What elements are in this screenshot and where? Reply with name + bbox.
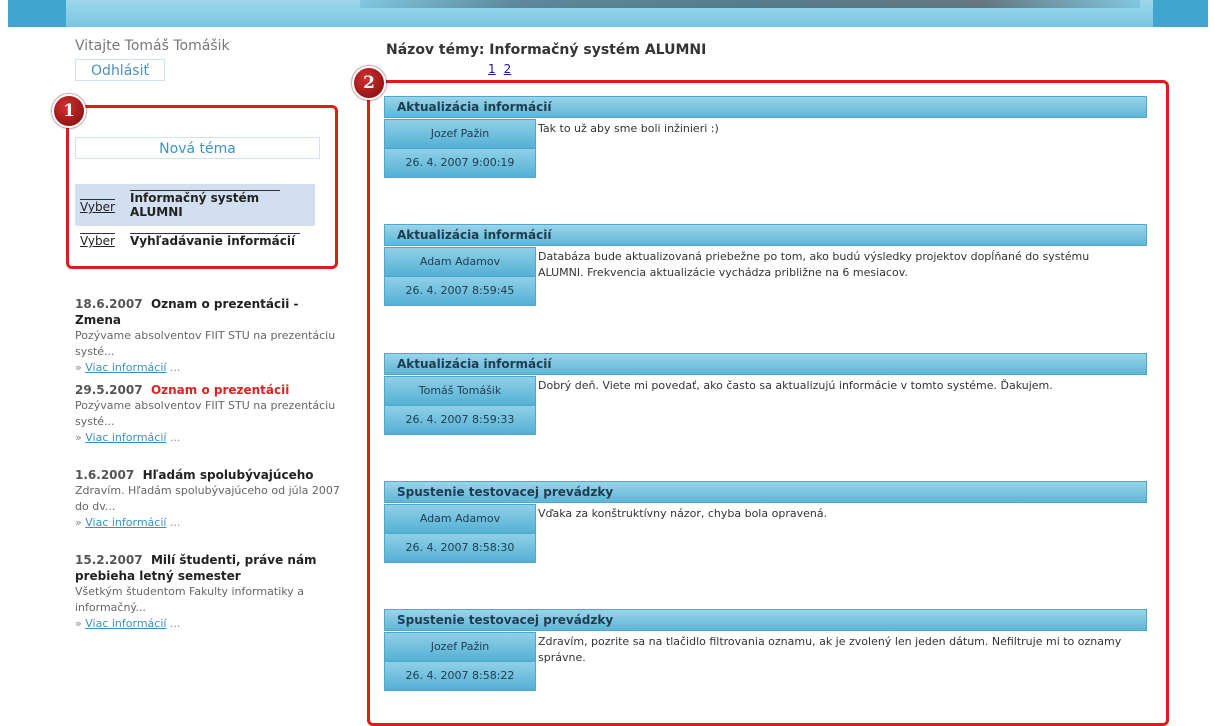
post-subject: Spustenie testovacej prevádzky	[384, 609, 1147, 631]
select-topic-link[interactable]: Vyber	[80, 199, 115, 214]
post-timestamp: 26. 4. 2007 8:58:30	[384, 533, 536, 563]
post-author: Jozef Pažin	[384, 632, 536, 662]
post-body: Jozef Pažin 26. 4. 2007 9:00:19 Tak to u…	[384, 118, 1147, 178]
news-more: » Viac informácií ...	[75, 361, 181, 374]
post: Aktualizácia informácií Adam Adamov 26. …	[384, 224, 1147, 306]
post-subject: Aktualizácia informácií	[384, 96, 1147, 118]
news-excerpt: Zdravím. Hľadám spolubývajúceho od júla …	[75, 484, 340, 513]
post-subject: Spustenie testovacej prevádzky	[384, 481, 1147, 503]
news-heading: 1.6.2007 Hľadám spolubývajúceho	[75, 467, 340, 483]
news-excerpt: Pozývame absolventov FIIT STU na prezent…	[75, 329, 336, 358]
post: Aktualizácia informácií Tomáš Tomášik 26…	[384, 353, 1147, 435]
post-body: Jozef Pažin 26. 4. 2007 8:58:22 Zdravím,…	[384, 631, 1147, 691]
news-title[interactable]: Hľadám spolubývajúceho	[143, 468, 314, 482]
post-author: Adam Adamov	[384, 504, 536, 534]
post-message: Vďaka za konštruktívny názor, chyba bola…	[538, 507, 828, 520]
post-body: Adam Adamov 26. 4. 2007 8:59:45 Databáza…	[384, 246, 1147, 306]
topic-row-selected[interactable]: Vyber Informačný systém ALUMNI	[75, 184, 315, 226]
post-subject: Aktualizácia informácií	[384, 353, 1147, 375]
post: Aktualizácia informácií Jozef Pažin 26. …	[384, 96, 1147, 178]
post-author: Adam Adamov	[384, 247, 536, 277]
post-timestamp: 26. 4. 2007 8:59:45	[384, 276, 536, 306]
news-excerpt: Pozývame absolventov FIIT STU na prezent…	[75, 399, 336, 428]
news-item: 18.6.2007 Oznam o prezentácii - Zmena Po…	[75, 296, 340, 376]
more-info-link[interactable]: Viac informácií	[85, 361, 166, 374]
annotation-badge-1: 1	[52, 94, 86, 128]
news-excerpt: Všetkým študentom Fakulty informatiky a …	[75, 585, 304, 614]
banner-photo-strip	[360, 0, 1140, 8]
post-timestamp: 26. 4. 2007 8:59:33	[384, 405, 536, 435]
news-item: 1.6.2007 Hľadám spolubývajúceho Zdravím.…	[75, 467, 340, 531]
page-title: Názov témy: Informačný systém ALUMNI	[386, 42, 707, 58]
post: Spustenie testovacej prevádzky Adam Adam…	[384, 481, 1147, 563]
post-author: Tomáš Tomášik	[384, 376, 536, 406]
post-message: Databáza bude aktualizovaná priebežne po…	[538, 250, 1090, 279]
news-date: 15.2.2007	[75, 553, 143, 567]
post-message: Zdravím, pozrite sa na tlačidlo filtrova…	[538, 635, 1122, 664]
post-body: Tomáš Tomášik 26. 4. 2007 8:59:33 Dobrý …	[384, 375, 1147, 435]
post-message: Dobrý deň. Viete mi povedať, ako často s…	[538, 379, 1053, 392]
more-info-link[interactable]: Viac informácií	[85, 617, 166, 630]
news-more: » Viac informácií ...	[75, 617, 181, 630]
news-heading: 15.2.2007 Milí študenti, práve nám prebi…	[75, 552, 340, 584]
welcome-text: Vitajte Tomáš Tomášik	[75, 38, 230, 54]
news-item: 15.2.2007 Milí študenti, práve nám prebi…	[75, 552, 340, 632]
topic-row[interactable]: Vyber Vyhľadávanie informácií	[75, 230, 315, 250]
topic-name: Vyhľadávanie informácií	[130, 233, 300, 248]
more-info-link[interactable]: Viac informácií	[85, 431, 166, 444]
select-topic-link[interactable]: Vyber	[80, 233, 115, 248]
news-heading: 18.6.2007 Oznam o prezentácii - Zmena	[75, 296, 340, 328]
banner-right-block	[1153, 0, 1208, 27]
annotation-badge-2: 2	[352, 66, 386, 100]
news-more: » Viac informácií ...	[75, 431, 181, 444]
news-date: 18.6.2007	[75, 297, 143, 311]
banner-left-block	[8, 0, 66, 27]
pagination: 12	[488, 62, 519, 76]
news-more: » Viac informácií ...	[75, 516, 181, 529]
post: Spustenie testovacej prevádzky Jozef Paž…	[384, 609, 1147, 691]
news-date: 1.6.2007	[75, 468, 135, 482]
news-title[interactable]: Oznam o prezentácii	[151, 383, 289, 397]
page-link-2[interactable]: 2	[504, 62, 512, 76]
logout-button[interactable]: Odhlásiť	[75, 59, 165, 81]
news-date: 29.5.2007	[75, 383, 143, 397]
post-timestamp: 26. 4. 2007 9:00:19	[384, 148, 536, 178]
post-message: Tak to už aby sme boli inžinieri :)	[538, 122, 719, 135]
banner-image	[66, 0, 1153, 27]
post-body: Adam Adamov 26. 4. 2007 8:58:30 Vďaka za…	[384, 503, 1147, 563]
more-info-link[interactable]: Viac informácií	[85, 516, 166, 529]
top-banner	[0, 0, 1215, 27]
new-topic-button[interactable]: Nová téma	[75, 137, 320, 159]
post-subject: Aktualizácia informácií	[384, 224, 1147, 246]
post-author: Jozef Pažin	[384, 119, 536, 149]
news-item: 29.5.2007 Oznam o prezentácii Pozývame a…	[75, 382, 340, 446]
topic-name: Informačný systém ALUMNI	[130, 190, 280, 219]
page-link-1[interactable]: 1	[488, 62, 496, 76]
post-timestamp: 26. 4. 2007 8:58:22	[384, 661, 536, 691]
news-heading: 29.5.2007 Oznam o prezentácii	[75, 382, 340, 398]
